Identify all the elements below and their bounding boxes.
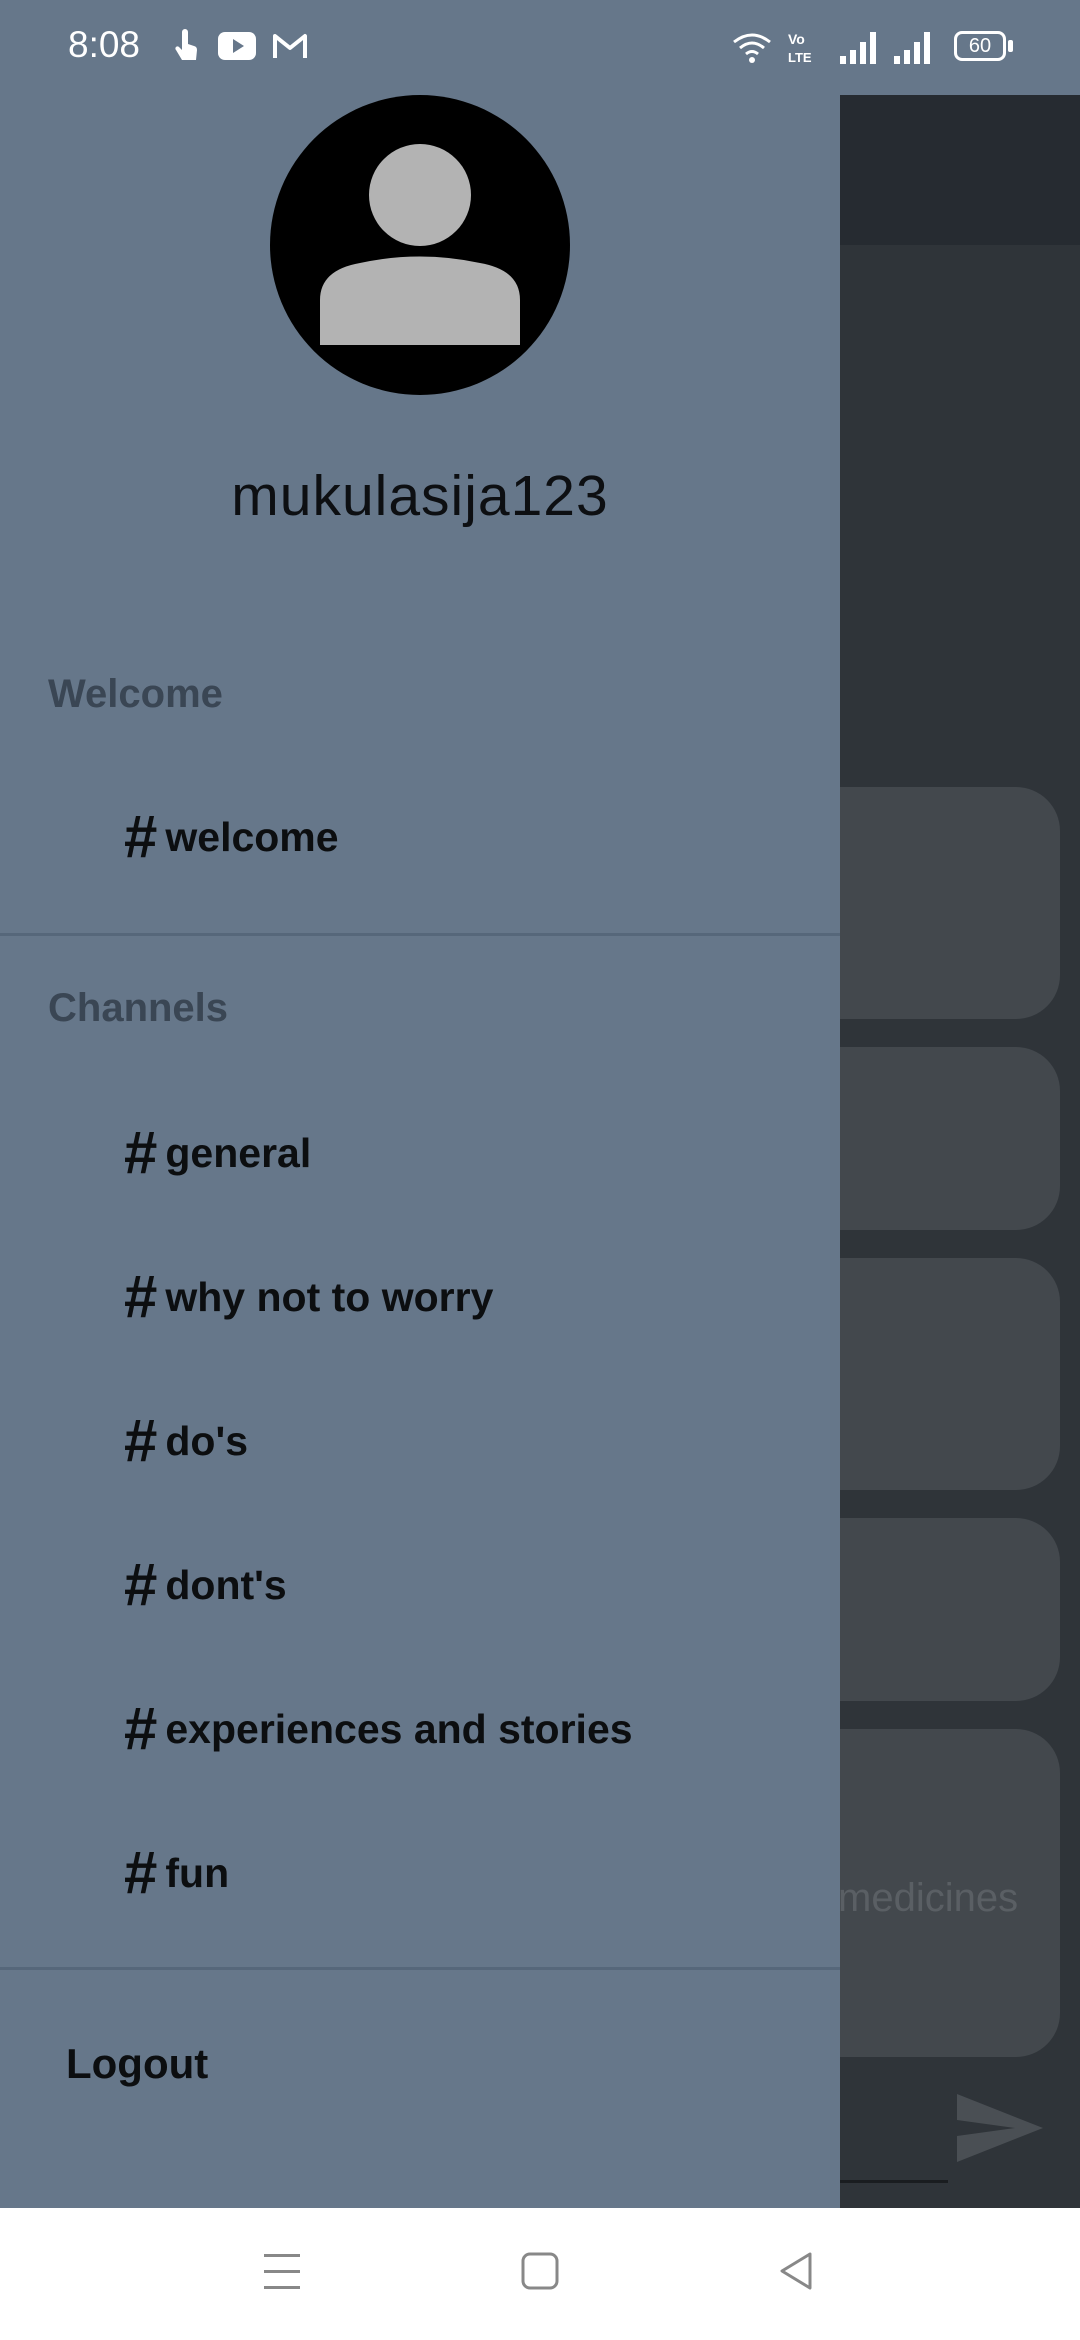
channel-label: general [165, 1129, 312, 1176]
touch-icon [175, 29, 198, 60]
volte-icon: Vo LTE [788, 31, 812, 65]
section-header-welcome: Welcome [48, 672, 223, 716]
channel-item-donts[interactable]: # dont's [124, 1545, 287, 1625]
channel-item-dos[interactable]: # do's [124, 1401, 248, 1481]
hash-icon: # [124, 1119, 158, 1186]
status-bar: 8:08 Vo LTE 60 [0, 0, 1080, 95]
section-header-channels: Channels [48, 986, 229, 1030]
channel-item-fun[interactable]: # fun [124, 1833, 229, 1913]
svg-text:Vo: Vo [788, 31, 805, 47]
channel-label: experiences and stories [165, 1705, 633, 1752]
channel-label: welcome [165, 813, 339, 860]
person-icon [320, 144, 520, 345]
hash-icon: # [124, 1407, 158, 1474]
signal-icon-2 [894, 32, 930, 64]
channel-item-welcome[interactable]: # welcome [124, 797, 339, 877]
channel-label: fun [165, 1849, 230, 1896]
back-icon[interactable] [776, 2250, 816, 2294]
hash-icon: # [124, 1839, 158, 1906]
gmail-icon [273, 34, 307, 58]
divider [0, 1967, 840, 1970]
channel-label: why not to worry [165, 1273, 494, 1320]
username: mukulasija123 [231, 464, 609, 528]
channel-label: dont's [165, 1561, 287, 1608]
channel-label: do's [165, 1417, 249, 1464]
hash-icon: # [124, 1263, 158, 1330]
hash-icon: # [124, 803, 158, 870]
signal-icon [840, 32, 876, 64]
svg-text:LTE: LTE [788, 50, 812, 65]
logout-button[interactable]: Logout [66, 2040, 208, 2088]
hash-icon: # [124, 1695, 158, 1762]
wifi-icon [733, 33, 771, 63]
avatar[interactable] [270, 95, 570, 395]
battery-tip [1008, 40, 1013, 52]
send-icon [957, 2094, 1043, 2162]
divider [0, 933, 840, 936]
battery-icon: 60 [954, 31, 1006, 61]
home-icon[interactable] [520, 2250, 560, 2294]
menu-icon[interactable] [262, 2250, 302, 2294]
navigation-drawer: mukulasija123 Welcome # welcome Channels… [0, 95, 840, 2208]
background-card-text: medicines [838, 1876, 1019, 1920]
hash-icon: # [124, 1551, 158, 1618]
system-nav-bar [0, 2208, 1080, 2340]
youtube-icon [218, 32, 256, 60]
status-time: 8:08 [68, 24, 141, 65]
channel-item-why-not-to-worry[interactable]: # why not to worry [124, 1257, 493, 1337]
channel-item-experiences-and-stories[interactable]: # experiences and stories [124, 1689, 633, 1769]
channel-item-general[interactable]: # general [124, 1113, 311, 1193]
